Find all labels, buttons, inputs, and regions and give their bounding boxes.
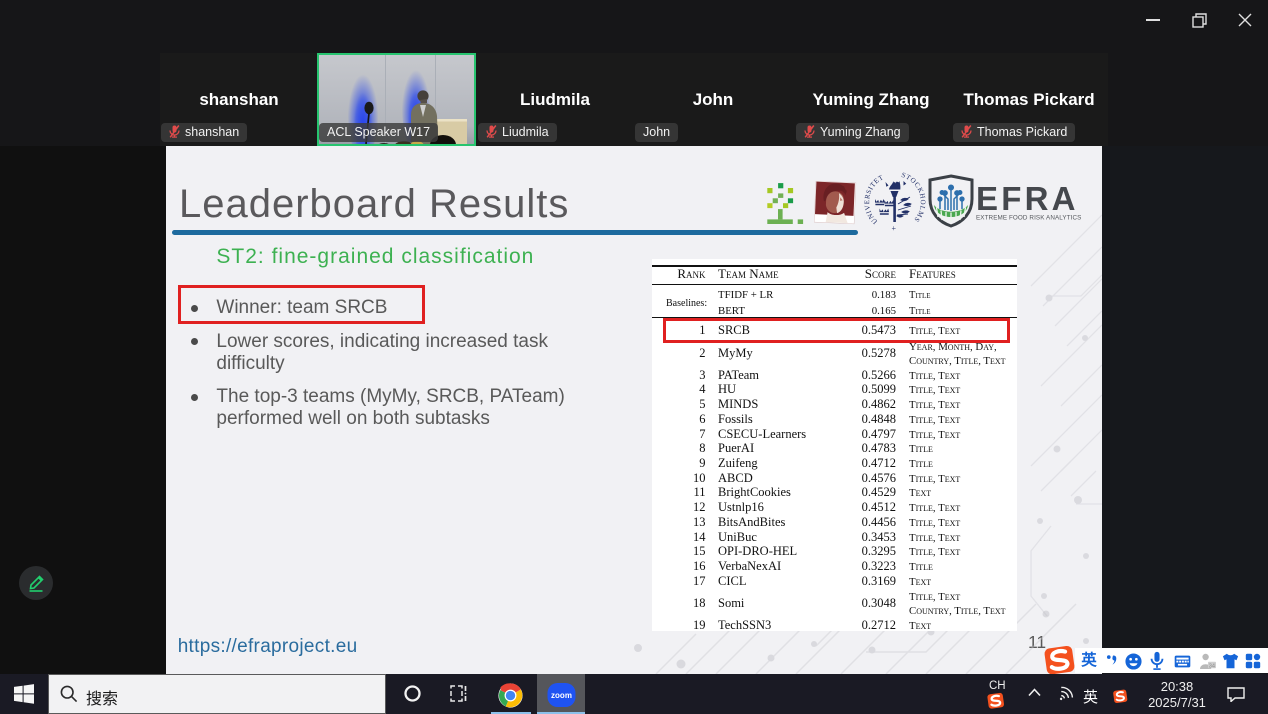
svg-text:+: + [892,224,897,232]
svg-text:34: 34 [1209,663,1215,669]
svg-text:UNIVERSITET: UNIVERSITET [864,173,885,225]
svg-text:zoom: zoom [551,690,572,699]
